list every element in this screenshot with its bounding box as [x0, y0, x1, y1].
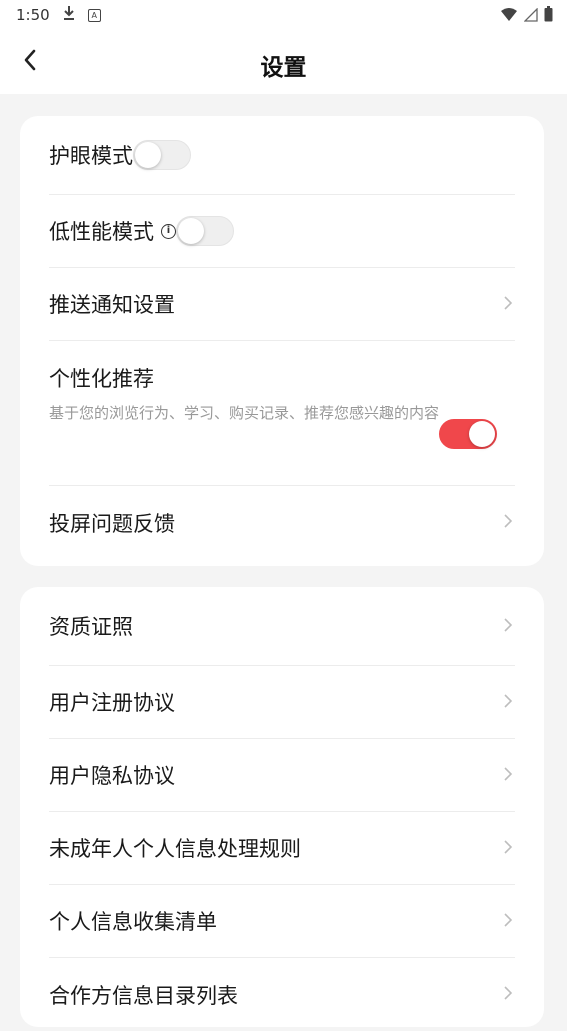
settings-card-general: 护眼模式 低性能模式 i 推送通知设置 个性化推荐 基于您的浏览行为、学习、购买…: [20, 116, 544, 566]
chevron-right-icon: [501, 617, 515, 636]
low-performance-toggle[interactable]: [176, 216, 234, 246]
chevron-right-icon: [501, 839, 515, 858]
battery-icon: [544, 6, 553, 26]
privacy-agreement-label: 用户隐私协议: [49, 764, 175, 788]
chevron-right-icon: [501, 766, 515, 785]
a-box-icon: A: [87, 8, 101, 22]
partner-info-list-label: 合作方信息目录列表: [49, 983, 238, 1008]
chevron-right-icon: [501, 295, 515, 314]
personal-info-list-row[interactable]: 个人信息收集清单: [49, 885, 515, 958]
personalized-recommend-description: 基于您的浏览行为、学习、购买记录、推荐您感兴趣的内容: [49, 404, 440, 422]
personal-info-list-label: 个人信息收集清单: [49, 910, 217, 934]
minor-info-rules-label: 未成年人个人信息处理规则: [49, 837, 301, 861]
personalized-recommend-toggle[interactable]: [439, 419, 497, 449]
status-time: 1:50: [16, 6, 50, 24]
personalized-recommend-label: 个性化推荐: [49, 367, 154, 391]
personalized-recommend-text: 个性化推荐 基于您的浏览行为、学习、购买记录、推荐您感兴趣的内容: [49, 363, 439, 425]
push-notification-row[interactable]: 推送通知设置: [49, 268, 515, 341]
qualification-row[interactable]: 资质证照: [49, 587, 515, 666]
page-title: 设置: [260, 55, 307, 81]
cast-feedback-label: 投屏问题反馈: [49, 511, 175, 536]
low-performance-row[interactable]: 低性能模式 i: [49, 195, 515, 268]
low-performance-label: 低性能模式: [49, 220, 154, 244]
chevron-right-icon: [501, 985, 515, 1004]
qualification-label: 资质证照: [49, 615, 133, 639]
minor-info-rules-row[interactable]: 未成年人个人信息处理规则: [49, 812, 515, 885]
eye-protection-label: 护眼模式: [49, 144, 133, 168]
info-icon[interactable]: i: [161, 223, 176, 239]
toggle-knob: [178, 218, 204, 244]
toggle-knob: [469, 421, 495, 447]
eye-protection-row[interactable]: 护眼模式: [49, 116, 515, 195]
signal-icon: [523, 6, 538, 26]
cast-feedback-row[interactable]: 投屏问题反馈: [49, 486, 515, 559]
privacy-agreement-row[interactable]: 用户隐私协议: [49, 739, 515, 812]
user-registration-agreement-row[interactable]: 用户注册协议: [49, 666, 515, 739]
chevron-right-icon: [501, 693, 515, 712]
chevron-right-icon: [501, 513, 515, 532]
download-icon: [62, 5, 76, 25]
user-registration-agreement-label: 用户注册协议: [49, 691, 175, 715]
personalized-recommend-row[interactable]: 个性化推荐 基于您的浏览行为、学习、购买记录、推荐您感兴趣的内容: [49, 341, 515, 486]
top-bar: 设置: [0, 30, 567, 94]
toggle-knob: [135, 142, 161, 168]
chevron-right-icon: [501, 912, 515, 931]
partner-info-list-row[interactable]: 合作方信息目录列表: [49, 958, 515, 1031]
wifi-icon: [500, 7, 518, 26]
push-notification-label: 推送通知设置: [49, 293, 175, 317]
status-bar: 1:50 A: [0, 0, 567, 30]
eye-protection-toggle[interactable]: [133, 140, 191, 170]
settings-card-legal: 资质证照 用户注册协议 用户隐私协议 未成年人个人信息处理规则 个人信息收集清单…: [20, 587, 544, 1027]
